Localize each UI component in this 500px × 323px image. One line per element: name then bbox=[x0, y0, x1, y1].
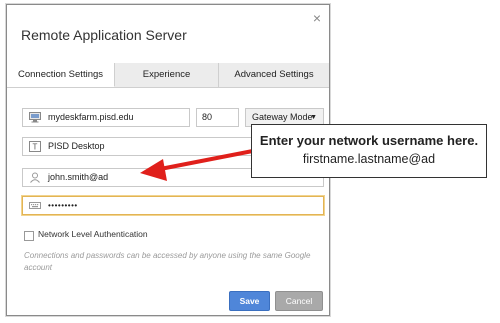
callout-example: firstname.lastname@ad bbox=[302, 152, 436, 166]
instruction-callout: Enter your network username here. firstn… bbox=[251, 124, 487, 178]
callout-heading: Enter your network username here. bbox=[259, 133, 479, 148]
